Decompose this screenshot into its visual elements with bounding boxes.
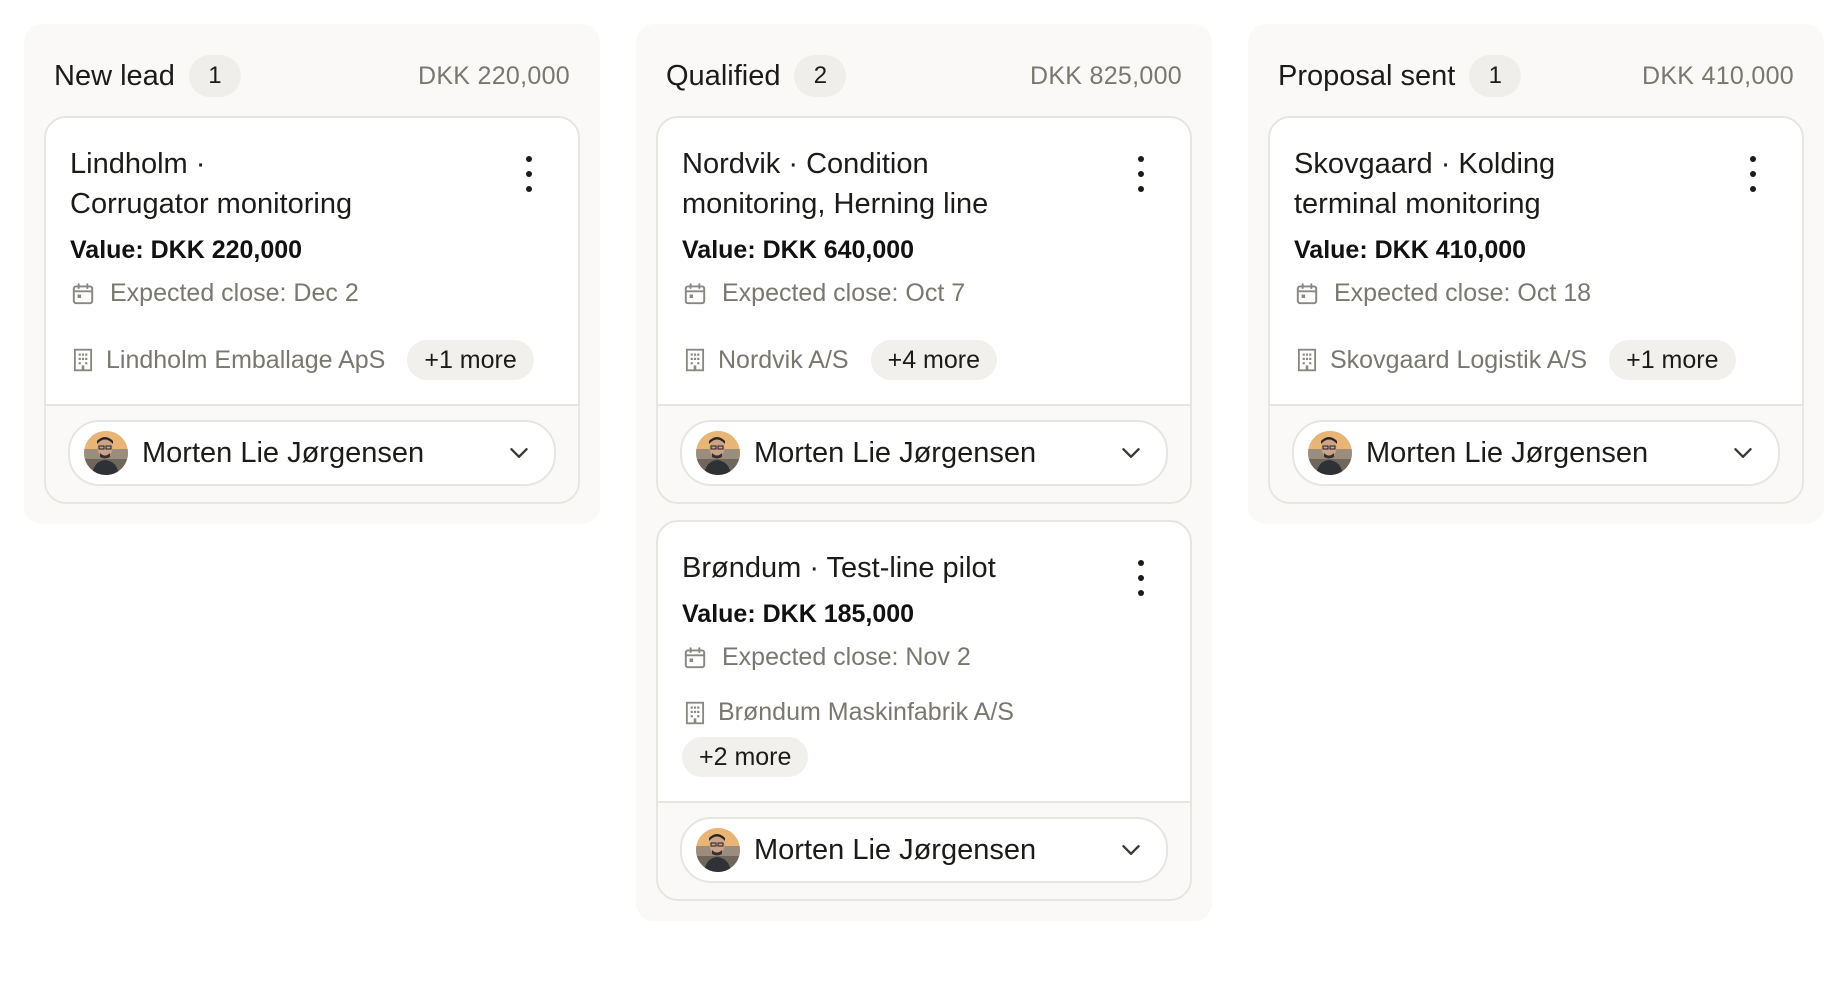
more-options-icon[interactable] <box>520 156 538 192</box>
deal-title: Brøndum · Test-line pilot <box>682 548 1166 588</box>
column-title: Qualified <box>666 59 781 92</box>
owner-select[interactable]: Morten Lie Jørgensen <box>68 420 556 486</box>
pipeline-board: New lead 1 DKK 220,000 Lindholm · Corrug… <box>24 24 1824 921</box>
column-header: New lead 1 DKK 220,000 <box>44 52 580 100</box>
owner-name: Morten Lie Jørgensen <box>1366 436 1649 469</box>
deal-title-line: Lindholm · <box>70 148 206 180</box>
deal-title: Nordvik · Condition monitoring, Herning … <box>682 144 1166 224</box>
column-count-badge: 2 <box>794 55 847 97</box>
deal-value: Value: DKK 410,000 <box>1294 236 1527 264</box>
expected-close-text: Expected close: Nov 2 <box>722 643 971 671</box>
avatar <box>696 431 740 475</box>
calendar-icon <box>682 281 708 307</box>
deal-title: Lindholm · Corrugator monitoring <box>70 144 554 224</box>
column-proposal-sent: Proposal sent 1 DKK 410,000 Skovgaard · … <box>1248 24 1824 524</box>
building-icon <box>1294 347 1320 373</box>
company-name: Nordvik A/S <box>718 345 849 374</box>
card-footer: Morten Lie Jørgensen <box>658 404 1190 502</box>
more-contacts-chip[interactable]: +1 more <box>1609 340 1736 380</box>
column-header: Proposal sent 1 DKK 410,000 <box>1268 52 1804 100</box>
deal-meta: Lindholm Emballage ApS +1 more <box>70 340 554 380</box>
deal-title: Skovgaard · Kolding terminal monitoring <box>1294 144 1778 224</box>
deal-title-line: Corrugator monitoring <box>70 188 353 220</box>
more-contacts-chip[interactable]: +4 more <box>870 340 998 380</box>
expected-close: Expected close: Dec 2 <box>70 279 554 308</box>
column-count-badge: 1 <box>188 55 241 97</box>
expected-close: Expected close: Oct 7 <box>682 279 1166 308</box>
deal-value: Value: DKK 640,000 <box>682 236 915 264</box>
company: Nordvik A/S <box>682 346 849 375</box>
chevron-down-icon <box>1118 837 1144 863</box>
more-options-icon[interactable] <box>1132 156 1150 192</box>
deal-card[interactable]: Lindholm · Corrugator monitoring Value: … <box>44 116 580 504</box>
deal-meta: Brøndum Maskinfabrik A/S +2 more <box>682 698 1166 777</box>
expected-close-text: Expected close: Oct 7 <box>722 279 966 307</box>
column-title: New lead <box>54 59 175 92</box>
column-qualified: Qualified 2 DKK 825,000 Nordvik · Condit… <box>636 24 1212 921</box>
deal-meta: Skovgaard Logistik A/S +1 more <box>1294 340 1778 380</box>
owner-select[interactable]: Morten Lie Jørgensen <box>1292 420 1780 486</box>
company-name: Skovgaard Logistik A/S <box>1330 345 1588 374</box>
owner-name: Morten Lie Jørgensen <box>754 436 1037 469</box>
more-options-icon[interactable] <box>1132 560 1150 596</box>
more-contacts-chip[interactable]: +2 more <box>682 737 809 777</box>
column-count-badge: 1 <box>1469 55 1522 97</box>
avatar <box>696 828 740 872</box>
company-name: Lindholm Emballage ApS <box>106 345 386 374</box>
deal-card[interactable]: Nordvik · Condition monitoring, Herning … <box>656 116 1192 504</box>
company: Brøndum Maskinfabrik A/S <box>682 698 1166 727</box>
calendar-icon <box>1294 281 1320 307</box>
avatar <box>1308 431 1352 475</box>
building-icon <box>70 347 96 373</box>
deal-title-line: terminal monitoring <box>1294 188 1541 220</box>
company: Skovgaard Logistik A/S <box>1294 346 1587 375</box>
column-total: DKK 825,000 <box>1029 61 1182 90</box>
expected-close: Expected close: Oct 18 <box>1294 279 1778 308</box>
expected-close-text: Expected close: Oct 18 <box>1334 279 1592 307</box>
company-name: Brøndum Maskinfabrik A/S <box>718 698 1014 726</box>
deal-value: Value: DKK 185,000 <box>682 600 915 628</box>
chevron-down-icon <box>506 440 532 466</box>
deal-title-line: Brøndum · Test-line pilot <box>682 552 996 584</box>
owner-name: Morten Lie Jørgensen <box>142 436 425 469</box>
building-icon <box>682 700 708 726</box>
owner-select[interactable]: Morten Lie Jørgensen <box>680 420 1168 486</box>
card-footer: Morten Lie Jørgensen <box>658 801 1190 899</box>
calendar-icon <box>682 645 708 671</box>
card-footer: Morten Lie Jørgensen <box>46 404 578 502</box>
more-contacts-chip[interactable]: +1 more <box>407 340 534 380</box>
expected-close: Expected close: Nov 2 <box>682 643 1166 672</box>
avatar <box>84 431 128 475</box>
deal-title-line: monitoring, Herning line <box>682 188 989 220</box>
owner-select[interactable]: Morten Lie Jørgensen <box>680 817 1168 883</box>
deal-card[interactable]: Brøndum · Test-line pilot Value: DKK 185… <box>656 520 1192 901</box>
chevron-down-icon <box>1730 440 1756 466</box>
column-title: Proposal sent <box>1278 59 1456 92</box>
deal-title-line: Nordvik · Condition <box>682 148 929 180</box>
column-total: DKK 410,000 <box>1641 61 1794 90</box>
card-footer: Morten Lie Jørgensen <box>1270 404 1802 502</box>
calendar-icon <box>70 281 96 307</box>
owner-name: Morten Lie Jørgensen <box>754 833 1037 866</box>
deal-title-line: Skovgaard · Kolding <box>1294 148 1556 180</box>
more-options-icon[interactable] <box>1744 156 1762 192</box>
column-new-lead: New lead 1 DKK 220,000 Lindholm · Corrug… <box>24 24 600 524</box>
column-header: Qualified 2 DKK 825,000 <box>656 52 1192 100</box>
deal-meta: Nordvik A/S +4 more <box>682 340 1166 380</box>
deal-card[interactable]: Skovgaard · Kolding terminal monitoring … <box>1268 116 1804 504</box>
expected-close-text: Expected close: Dec 2 <box>110 279 359 307</box>
company: Lindholm Emballage ApS <box>70 346 385 375</box>
deal-value: Value: DKK 220,000 <box>70 236 303 264</box>
building-icon <box>682 347 708 373</box>
column-total: DKK 220,000 <box>417 61 570 90</box>
chevron-down-icon <box>1118 440 1144 466</box>
